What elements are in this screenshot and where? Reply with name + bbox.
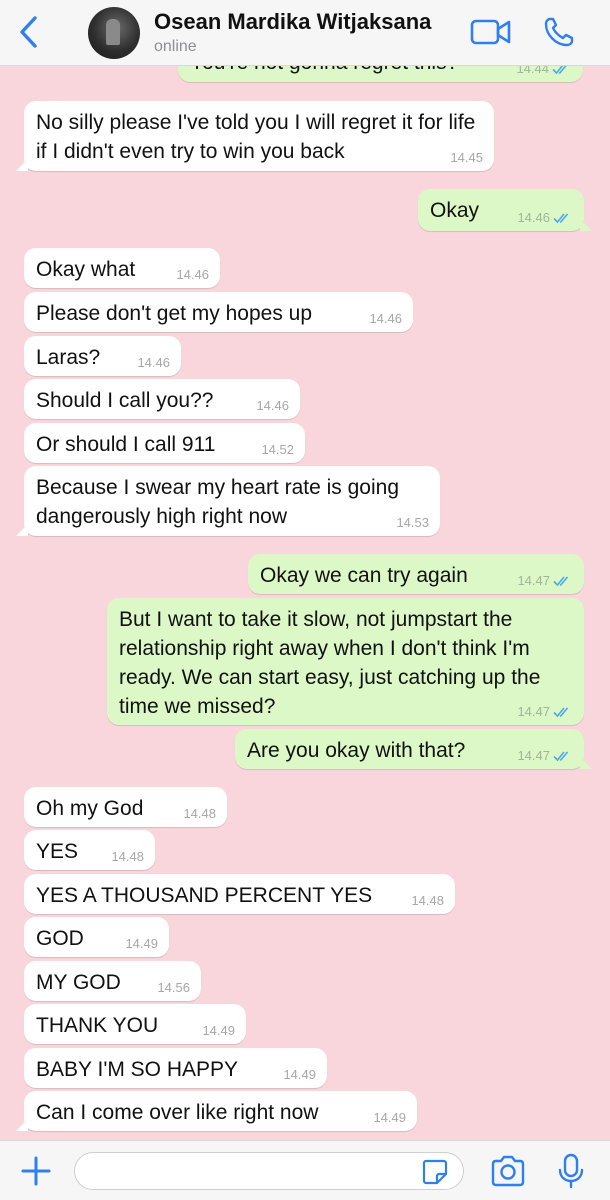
chevron-left-icon	[20, 16, 37, 48]
message-time: 14.49	[373, 1110, 406, 1125]
message-bubble-incoming[interactable]: MY GOD 14.56	[24, 961, 201, 1001]
read-ticks-icon	[553, 707, 569, 718]
message-bubble-incoming[interactable]: BABY I'M SO HAPPY 14.49	[24, 1048, 327, 1088]
attach-button[interactable]	[18, 1153, 54, 1189]
message-bubble-outgoing[interactable]: Okay we can try again 14.47	[248, 554, 584, 594]
message-text: No silly please I've told you I will reg…	[36, 111, 476, 163]
message-bubble-incoming[interactable]: YES 14.48	[24, 830, 155, 870]
message-text: YES	[36, 840, 79, 863]
message-bubble-outgoing[interactable]: Are you okay with that? 14.47	[235, 729, 592, 769]
chat-header: Osean Mardika Witjaksana online	[0, 0, 610, 66]
message-text: Or should I call 911	[36, 433, 216, 456]
message-time: 14.46	[517, 210, 550, 225]
contact-name[interactable]: Osean Mardika Witjaksana	[154, 9, 431, 35]
read-ticks-icon	[553, 751, 569, 762]
message-bubble-incoming[interactable]: Okay what 14.46	[24, 248, 220, 288]
message-bubble-incoming[interactable]: Oh my God 14.48	[24, 787, 227, 827]
message-time: 14.46	[369, 311, 402, 326]
message-meta: 14.47	[517, 705, 573, 719]
message-text: But I want to take it slow, not jumpstar…	[119, 608, 541, 718]
message-text: MY GOD	[36, 971, 121, 994]
message-text: Okay we can try again	[260, 564, 468, 587]
avatar[interactable]	[88, 7, 140, 59]
sticker-icon	[422, 1159, 448, 1185]
camera-icon	[491, 1155, 525, 1187]
message-bubble-incoming[interactable]: Should I call you?? 14.46	[24, 379, 300, 419]
message-text: Are you okay with that?	[247, 739, 466, 762]
message-bubble-incoming[interactable]: YES A THOUSAND PERCENT YES 14.48	[24, 874, 455, 914]
message-text: YES A THOUSAND PERCENT YES	[36, 884, 373, 907]
message-text: GOD	[36, 927, 84, 950]
video-call-button[interactable]	[470, 17, 512, 47]
message-text: Should I call you??	[36, 389, 214, 412]
message-text: Okay what	[36, 258, 136, 281]
back-button[interactable]	[14, 14, 44, 50]
message-bubble-incoming[interactable]: Please don't get my hopes up 14.46	[24, 292, 413, 332]
message-time: 14.52	[261, 442, 294, 457]
video-camera-icon	[470, 19, 511, 45]
message-bubble-outgoing[interactable]: But I want to take it slow, not jumpstar…	[107, 598, 584, 725]
camera-button[interactable]	[490, 1155, 526, 1187]
message-time: 14.48	[411, 893, 444, 908]
message-text: Because I swear my heart rate is going d…	[36, 476, 400, 528]
message-text: THANK YOU	[36, 1014, 159, 1037]
message-bubble-incoming[interactable]: GOD 14.49	[24, 917, 169, 957]
sticker-button[interactable]	[422, 1159, 448, 1185]
microphone-button[interactable]	[556, 1153, 586, 1189]
message-time: 14.46	[137, 355, 170, 370]
message-time: 14.48	[183, 806, 216, 821]
message-text: Can I come over like right now	[36, 1101, 319, 1124]
voice-call-button[interactable]	[542, 15, 576, 49]
message-time: 14.49	[202, 1023, 235, 1038]
message-text: Okay	[430, 199, 480, 222]
message-bubble-incoming[interactable]: Or should I call 911 14.52	[24, 423, 305, 463]
message-bubble-outgoing[interactable]: Okay 14.46	[418, 189, 592, 231]
chat-area[interactable]: You're not gonna regret this? 14.44 No s…	[0, 0, 610, 1140]
message-time: 14.49	[125, 936, 158, 951]
phone-icon	[544, 17, 574, 47]
message-time: 14.47	[517, 573, 550, 588]
message-text: Laras?	[36, 346, 101, 369]
message-text: Please don't get my hopes up	[36, 302, 313, 325]
message-bubble-incoming[interactable]: Because I swear my heart rate is going d…	[16, 466, 440, 536]
message-time: 14.48	[111, 849, 144, 864]
message-bubble-incoming[interactable]: No silly please I've told you I will reg…	[16, 101, 494, 171]
message-bubble-incoming[interactable]: Can I come over like right now 14.49	[16, 1091, 417, 1131]
composer-bar	[0, 1140, 610, 1200]
message-time: 14.49	[283, 1067, 316, 1082]
message-meta: 14.47	[517, 749, 573, 763]
message-meta: 14.47	[517, 574, 573, 588]
read-ticks-icon	[553, 576, 569, 587]
message-bubble-incoming[interactable]: Laras? 14.46	[24, 336, 181, 376]
message-input[interactable]	[74, 1152, 464, 1190]
microphone-icon	[558, 1153, 584, 1189]
message-meta: 14.46	[517, 211, 573, 225]
message-time: 14.46	[256, 398, 289, 413]
message-text: Oh my God	[36, 797, 144, 820]
read-ticks-icon	[553, 213, 569, 224]
message-time: 14.45	[450, 150, 483, 165]
message-time: 14.46	[176, 267, 209, 282]
message-time: 14.47	[517, 748, 550, 763]
message-time: 14.47	[517, 704, 550, 719]
message-bubble-incoming[interactable]: THANK YOU 14.49	[24, 1004, 246, 1044]
message-text: BABY I'M SO HAPPY	[36, 1058, 239, 1081]
plus-icon	[21, 1156, 51, 1186]
message-time: 14.53	[396, 515, 429, 530]
message-time: 14.56	[157, 980, 190, 995]
contact-status: online	[154, 38, 197, 55]
